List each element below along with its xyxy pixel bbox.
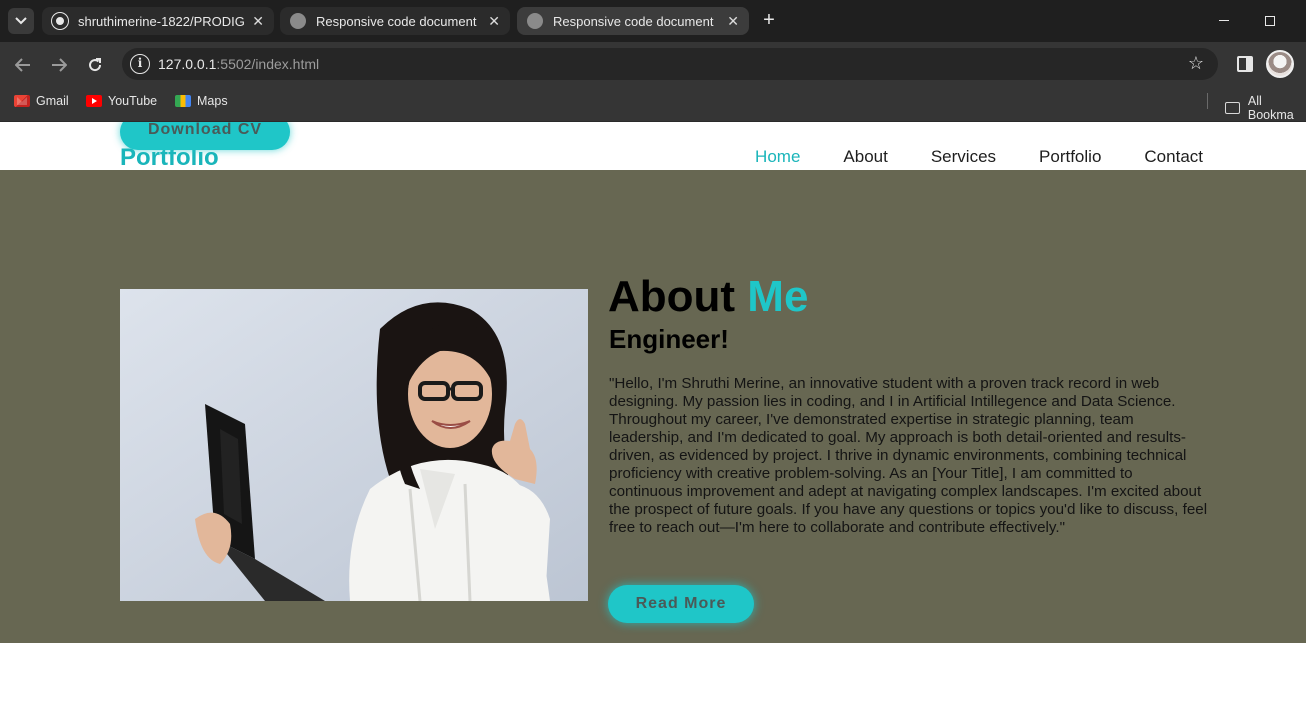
url-host: 127.0.0.1: [158, 56, 217, 72]
tab-title: shruthimerine-1822/PRODIGY_\: [78, 13, 245, 29]
bookmark-gmail[interactable]: Gmail: [14, 94, 69, 108]
profile-avatar[interactable]: [1266, 50, 1294, 78]
gmail-icon: [14, 95, 30, 107]
bookmark-star-icon[interactable]: ☆: [1188, 53, 1204, 74]
globe-icon: [290, 13, 306, 29]
minimize-icon: [1219, 20, 1229, 21]
about-section: About Me Engineer! "Hello, I'm Shruthi M…: [0, 170, 1306, 643]
main-nav: Home About Services Portfolio Contact: [712, 147, 1203, 167]
all-bookmarks-label: All Bookma: [1247, 94, 1294, 122]
url-path: :5502/index.html: [216, 56, 320, 72]
bookmark-label: Gmail: [36, 94, 69, 108]
maximize-icon: [1265, 16, 1275, 26]
tab-github[interactable]: shruthimerine-1822/PRODIGY_\ ✕: [42, 7, 274, 35]
reload-button[interactable]: [84, 54, 106, 76]
reload-icon: [89, 58, 102, 72]
bookmarks-divider: [1207, 93, 1208, 109]
about-heading-accent: Me: [747, 272, 809, 321]
close-icon[interactable]: ✕: [488, 13, 500, 30]
about-heading: About Me: [608, 272, 808, 322]
address-bar[interactable]: i 127.0.0.1:5502/index.html ☆: [122, 48, 1218, 80]
about-bio: "Hello, I'm Shruthi Merine, an innovativ…: [609, 375, 1208, 536]
site-info-icon[interactable]: i: [130, 54, 150, 74]
nav-home[interactable]: Home: [755, 147, 800, 167]
minimize-button[interactable]: [1201, 0, 1247, 42]
github-icon: [52, 13, 68, 29]
close-icon[interactable]: ✕: [252, 13, 264, 30]
new-tab-button[interactable]: +: [756, 9, 782, 33]
forward-arrow-icon: [52, 58, 67, 72]
bookmark-youtube[interactable]: YouTube: [86, 94, 157, 108]
side-panel-icon[interactable]: [1237, 56, 1253, 72]
chevron-down-icon: [15, 17, 27, 25]
bookmark-label: YouTube: [108, 94, 158, 108]
about-subtitle: Engineer!: [609, 324, 729, 354]
nav-services[interactable]: Services: [931, 147, 996, 167]
all-bookmarks[interactable]: All Bookma: [1225, 94, 1306, 122]
bookmark-maps[interactable]: Maps: [175, 94, 228, 108]
bookmarks-bar: Gmail YouTube Maps All Bookma: [0, 86, 1306, 122]
about-heading-main: About: [608, 272, 748, 321]
tab-search-button[interactable]: [8, 8, 34, 34]
back-arrow-icon: [15, 58, 30, 72]
tab-strip: shruthimerine-1822/PRODIGY_\ ✕ Responsiv…: [0, 0, 1306, 42]
tab-title: Responsive code document: [553, 13, 714, 29]
bookmark-label: Maps: [197, 94, 228, 108]
photo-illustration: [120, 289, 588, 601]
url-text[interactable]: 127.0.0.1:5502/index.html: [158, 56, 319, 72]
tab-responsive-active[interactable]: Responsive code document ✕: [517, 7, 749, 35]
site-header: Portfolio Download CV Home About Service…: [0, 122, 1306, 171]
toolbar: i 127.0.0.1:5502/index.html ☆: [0, 42, 1306, 86]
nav-contact[interactable]: Contact: [1144, 147, 1203, 167]
forward-button[interactable]: [48, 54, 70, 76]
youtube-icon: [86, 95, 102, 107]
maps-icon: [175, 95, 191, 107]
read-more-button[interactable]: Read More: [608, 585, 754, 623]
close-icon[interactable]: ✕: [727, 13, 739, 30]
profile-photo: [120, 289, 588, 601]
nav-portfolio[interactable]: Portfolio: [1039, 147, 1101, 167]
nav-about[interactable]: About: [843, 147, 887, 167]
maximize-button[interactable]: [1247, 0, 1293, 42]
back-button[interactable]: [12, 54, 34, 76]
folder-icon: [1225, 102, 1240, 114]
download-cv-button[interactable]: Download CV: [120, 122, 290, 150]
tab-title: Responsive code document: [316, 13, 477, 29]
tab-responsive-1[interactable]: Responsive code document ✕: [280, 7, 510, 35]
web-page: Portfolio Download CV Home About Service…: [0, 122, 1306, 719]
globe-icon: [527, 13, 543, 29]
